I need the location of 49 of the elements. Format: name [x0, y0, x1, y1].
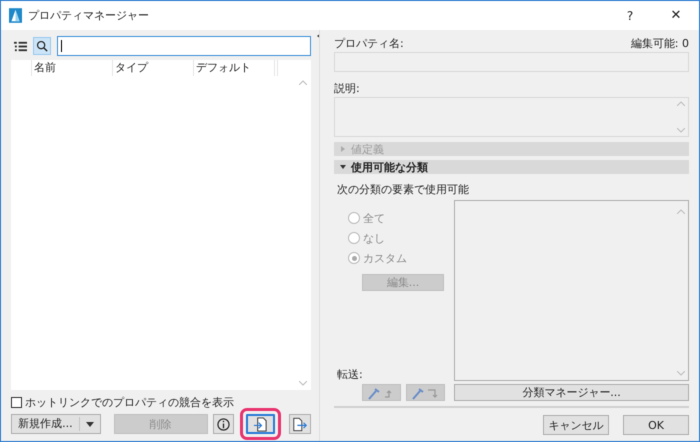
scroll-up-icon[interactable] [677, 101, 685, 106]
radio-button[interactable] [348, 212, 360, 224]
scroll-down-icon[interactable] [299, 381, 307, 386]
editable-count: 編集可能: 0 [630, 36, 689, 50]
scroll-up-icon[interactable] [677, 209, 685, 214]
inject-button[interactable] [406, 384, 445, 401]
export-file-icon [292, 416, 308, 432]
list-view-icon[interactable] [13, 40, 28, 52]
property-name-field[interactable] [334, 52, 689, 72]
search-field[interactable] [57, 36, 311, 56]
eyedropper-icon [410, 386, 440, 400]
dropdown-arrow-icon[interactable] [86, 422, 94, 426]
window-title: プロパティマネージャー [28, 8, 150, 23]
radio-label: 全て [363, 210, 385, 226]
app-logo-icon [9, 8, 22, 23]
export-button[interactable] [289, 414, 311, 434]
checkbox-label: ホットリンクでのプロパティの競合を表示 [25, 394, 234, 410]
scroll-down-icon[interactable] [677, 128, 685, 133]
scroll-down-icon[interactable] [677, 371, 685, 376]
checkbox[interactable] [11, 396, 22, 408]
section-header[interactable]: 使用可能な分類 [334, 160, 689, 174]
pick-button[interactable] [362, 384, 401, 401]
close-button[interactable]: ✕ [653, 1, 699, 30]
cancel-button[interactable]: キャンセル [543, 415, 609, 435]
scroll-up-icon[interactable] [299, 80, 307, 85]
radio-button[interactable] [348, 232, 360, 244]
column-header[interactable]: タイプ [113, 60, 194, 76]
column-header[interactable]: 名前 [32, 60, 113, 76]
new-button[interactable]: 新規作成... [11, 414, 101, 434]
radio-label: カスタム [363, 250, 407, 266]
column-header[interactable]: デフォルト [194, 60, 275, 76]
search-icon [36, 40, 48, 52]
transfer-label: 転送: [336, 367, 364, 381]
field-label: プロパティ名: [334, 36, 404, 50]
collapsed-triangle-icon [340, 146, 346, 152]
search-button[interactable] [33, 37, 51, 55]
collapse-arrow-icon[interactable] [317, 33, 319, 39]
description-field[interactable] [334, 97, 689, 137]
radio-button[interactable] [348, 252, 360, 264]
field-label: 説明: [334, 81, 361, 95]
classification-manager-button[interactable]: 分類マネージャー... [454, 384, 689, 401]
info-button[interactable] [212, 414, 234, 434]
info-icon [216, 418, 230, 430]
expanded-triangle-icon [340, 164, 346, 170]
ok-button[interactable]: OK [623, 415, 689, 435]
availability-label: 次の分類の要素で使用可能 [336, 182, 470, 196]
import-file-icon [253, 416, 268, 432]
radio-label: なし [363, 230, 385, 246]
help-button[interactable]: ? [607, 1, 653, 30]
